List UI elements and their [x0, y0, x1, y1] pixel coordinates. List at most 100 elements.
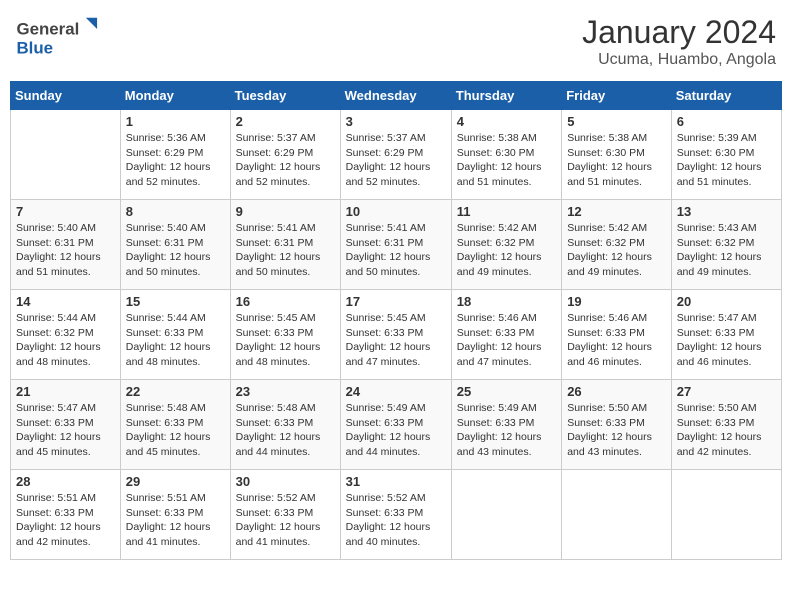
- day-number: 5: [567, 114, 666, 129]
- calendar-cell: 19 Sunrise: 5:46 AMSunset: 6:33 PMDayligh…: [562, 290, 672, 380]
- location-subtitle: Ucuma, Huambo, Angola: [582, 51, 776, 69]
- calendar-cell: 24 Sunrise: 5:49 AMSunset: 6:33 PMDayligh…: [340, 380, 451, 470]
- calendar-cell: 1 Sunrise: 5:36 AMSunset: 6:29 PMDaylight…: [120, 110, 230, 200]
- calendar-day-header: Thursday: [451, 82, 561, 110]
- day-number: 30: [236, 474, 335, 489]
- day-info: Sunrise: 5:45 AMSunset: 6:33 PMDaylight:…: [346, 311, 446, 370]
- calendar-cell: 12 Sunrise: 5:42 AMSunset: 6:32 PMDayligh…: [562, 200, 672, 290]
- day-info: Sunrise: 5:51 AMSunset: 6:33 PMDaylight:…: [126, 491, 225, 550]
- calendar-cell: 17 Sunrise: 5:45 AMSunset: 6:33 PMDayligh…: [340, 290, 451, 380]
- calendar-cell: 11Sunrise: 5:42 AMSunset: 6:32 PMDayligh…: [451, 200, 561, 290]
- calendar-cell: 18 Sunrise: 5:46 AMSunset: 6:33 PMDayligh…: [451, 290, 561, 380]
- day-info: Sunrise: 5:46 AMSunset: 6:33 PMDaylight:…: [457, 311, 556, 370]
- title-area: January 2024 Ucuma, Huambo, Angola: [582, 14, 776, 69]
- calendar-cell: 23Sunrise: 5:48 AMSunset: 6:33 PMDayligh…: [230, 380, 340, 470]
- calendar-week-row: 28Sunrise: 5:51 AMSunset: 6:33 PMDayligh…: [11, 470, 782, 560]
- calendar-cell: [11, 110, 121, 200]
- calendar-cell: 8 Sunrise: 5:40 AMSunset: 6:31 PMDaylight…: [120, 200, 230, 290]
- calendar-cell: 29 Sunrise: 5:51 AMSunset: 6:33 PMDayligh…: [120, 470, 230, 560]
- calendar-table: SundayMondayTuesdayWednesdayThursdayFrid…: [10, 81, 782, 560]
- day-number: 31: [346, 474, 446, 489]
- calendar-header-row: SundayMondayTuesdayWednesdayThursdayFrid…: [11, 82, 782, 110]
- calendar-day-header: Sunday: [11, 82, 121, 110]
- day-info: Sunrise: 5:46 AMSunset: 6:33 PMDaylight:…: [567, 311, 666, 370]
- calendar-day-header: Wednesday: [340, 82, 451, 110]
- calendar-cell: 22Sunrise: 5:48 AMSunset: 6:33 PMDayligh…: [120, 380, 230, 470]
- day-info: Sunrise: 5:44 AMSunset: 6:32 PMDaylight:…: [16, 311, 115, 370]
- day-number: 12: [567, 204, 666, 219]
- logo: General Blue: [16, 14, 106, 59]
- calendar-cell: 2 Sunrise: 5:37 AMSunset: 6:29 PMDaylight…: [230, 110, 340, 200]
- day-info: Sunrise: 5:40 AMSunset: 6:31 PMDaylight:…: [16, 221, 115, 280]
- svg-text:Blue: Blue: [16, 38, 53, 57]
- calendar-week-row: 7 Sunrise: 5:40 AMSunset: 6:31 PMDaylight…: [11, 200, 782, 290]
- day-info: Sunrise: 5:47 AMSunset: 6:33 PMDaylight:…: [16, 401, 115, 460]
- day-info: Sunrise: 5:37 AMSunset: 6:29 PMDaylight:…: [346, 131, 446, 190]
- calendar-day-header: Monday: [120, 82, 230, 110]
- calendar-cell: 30 Sunrise: 5:52 AMSunset: 6:33 PMDayligh…: [230, 470, 340, 560]
- day-number: 10: [346, 204, 446, 219]
- day-info: Sunrise: 5:51 AMSunset: 6:33 PMDaylight:…: [16, 491, 115, 550]
- day-number: 4: [457, 114, 556, 129]
- calendar-cell: 3Sunrise: 5:37 AMSunset: 6:29 PMDaylight…: [340, 110, 451, 200]
- calendar-cell: 28Sunrise: 5:51 AMSunset: 6:33 PMDayligh…: [11, 470, 121, 560]
- day-info: Sunrise: 5:49 AMSunset: 6:33 PMDaylight:…: [346, 401, 446, 460]
- calendar-cell: 9 Sunrise: 5:41 AMSunset: 6:31 PMDaylight…: [230, 200, 340, 290]
- svg-text:General: General: [16, 20, 79, 39]
- calendar-cell: 25 Sunrise: 5:49 AMSunset: 6:33 PMDayligh…: [451, 380, 561, 470]
- day-number: 14: [16, 294, 115, 309]
- calendar-cell: 13 Sunrise: 5:43 AMSunset: 6:32 PMDayligh…: [671, 200, 781, 290]
- day-info: Sunrise: 5:40 AMSunset: 6:31 PMDaylight:…: [126, 221, 225, 280]
- day-info: Sunrise: 5:48 AMSunset: 6:33 PMDaylight:…: [126, 401, 225, 460]
- day-number: 13: [677, 204, 776, 219]
- calendar-cell: 16 Sunrise: 5:45 AMSunset: 6:33 PMDayligh…: [230, 290, 340, 380]
- day-number: 17: [346, 294, 446, 309]
- calendar-week-row: 14 Sunrise: 5:44 AMSunset: 6:32 PMDayligh…: [11, 290, 782, 380]
- day-number: 24: [346, 384, 446, 399]
- day-info: Sunrise: 5:50 AMSunset: 6:33 PMDaylight:…: [677, 401, 776, 460]
- day-info: Sunrise: 5:52 AMSunset: 6:33 PMDaylight:…: [236, 491, 335, 550]
- day-number: 18: [457, 294, 556, 309]
- day-info: Sunrise: 5:39 AMSunset: 6:30 PMDaylight:…: [677, 131, 776, 190]
- day-info: Sunrise: 5:42 AMSunset: 6:32 PMDaylight:…: [567, 221, 666, 280]
- day-info: Sunrise: 5:36 AMSunset: 6:29 PMDaylight:…: [126, 131, 225, 190]
- day-number: 21: [16, 384, 115, 399]
- day-info: Sunrise: 5:47 AMSunset: 6:33 PMDaylight:…: [677, 311, 776, 370]
- day-number: 26: [567, 384, 666, 399]
- month-title: January 2024: [582, 14, 776, 51]
- header: General Blue January 2024 Ucuma, Huambo,…: [10, 10, 782, 73]
- day-number: 25: [457, 384, 556, 399]
- logo-svg: General Blue: [16, 14, 106, 59]
- day-info: Sunrise: 5:50 AMSunset: 6:33 PMDaylight:…: [567, 401, 666, 460]
- calendar-cell: 27 Sunrise: 5:50 AMSunset: 6:33 PMDayligh…: [671, 380, 781, 470]
- day-info: Sunrise: 5:43 AMSunset: 6:32 PMDaylight:…: [677, 221, 776, 280]
- day-info: Sunrise: 5:38 AMSunset: 6:30 PMDaylight:…: [457, 131, 556, 190]
- calendar-cell: 26 Sunrise: 5:50 AMSunset: 6:33 PMDayligh…: [562, 380, 672, 470]
- day-number: 29: [126, 474, 225, 489]
- day-info: Sunrise: 5:37 AMSunset: 6:29 PMDaylight:…: [236, 131, 335, 190]
- day-number: 2: [236, 114, 335, 129]
- calendar-day-header: Saturday: [671, 82, 781, 110]
- day-info: Sunrise: 5:41 AMSunset: 6:31 PMDaylight:…: [236, 221, 335, 280]
- calendar-week-row: 21 Sunrise: 5:47 AMSunset: 6:33 PMDayligh…: [11, 380, 782, 470]
- day-info: Sunrise: 5:52 AMSunset: 6:33 PMDaylight:…: [346, 491, 446, 550]
- day-number: 8: [126, 204, 225, 219]
- day-number: 27: [677, 384, 776, 399]
- day-number: 9: [236, 204, 335, 219]
- calendar-cell: 14 Sunrise: 5:44 AMSunset: 6:32 PMDayligh…: [11, 290, 121, 380]
- day-number: 15: [126, 294, 225, 309]
- day-info: Sunrise: 5:44 AMSunset: 6:33 PMDaylight:…: [126, 311, 225, 370]
- calendar-cell: 6Sunrise: 5:39 AMSunset: 6:30 PMDaylight…: [671, 110, 781, 200]
- day-number: 7: [16, 204, 115, 219]
- day-info: Sunrise: 5:49 AMSunset: 6:33 PMDaylight:…: [457, 401, 556, 460]
- calendar-cell: 31 Sunrise: 5:52 AMSunset: 6:33 PMDayligh…: [340, 470, 451, 560]
- calendar-cell: 20Sunrise: 5:47 AMSunset: 6:33 PMDayligh…: [671, 290, 781, 380]
- day-number: 16: [236, 294, 335, 309]
- day-number: 1: [126, 114, 225, 129]
- day-number: 19: [567, 294, 666, 309]
- calendar-cell: [562, 470, 672, 560]
- calendar-cell: [451, 470, 561, 560]
- day-info: Sunrise: 5:45 AMSunset: 6:33 PMDaylight:…: [236, 311, 335, 370]
- day-info: Sunrise: 5:41 AMSunset: 6:31 PMDaylight:…: [346, 221, 446, 280]
- calendar-cell: 5Sunrise: 5:38 AMSunset: 6:30 PMDaylight…: [562, 110, 672, 200]
